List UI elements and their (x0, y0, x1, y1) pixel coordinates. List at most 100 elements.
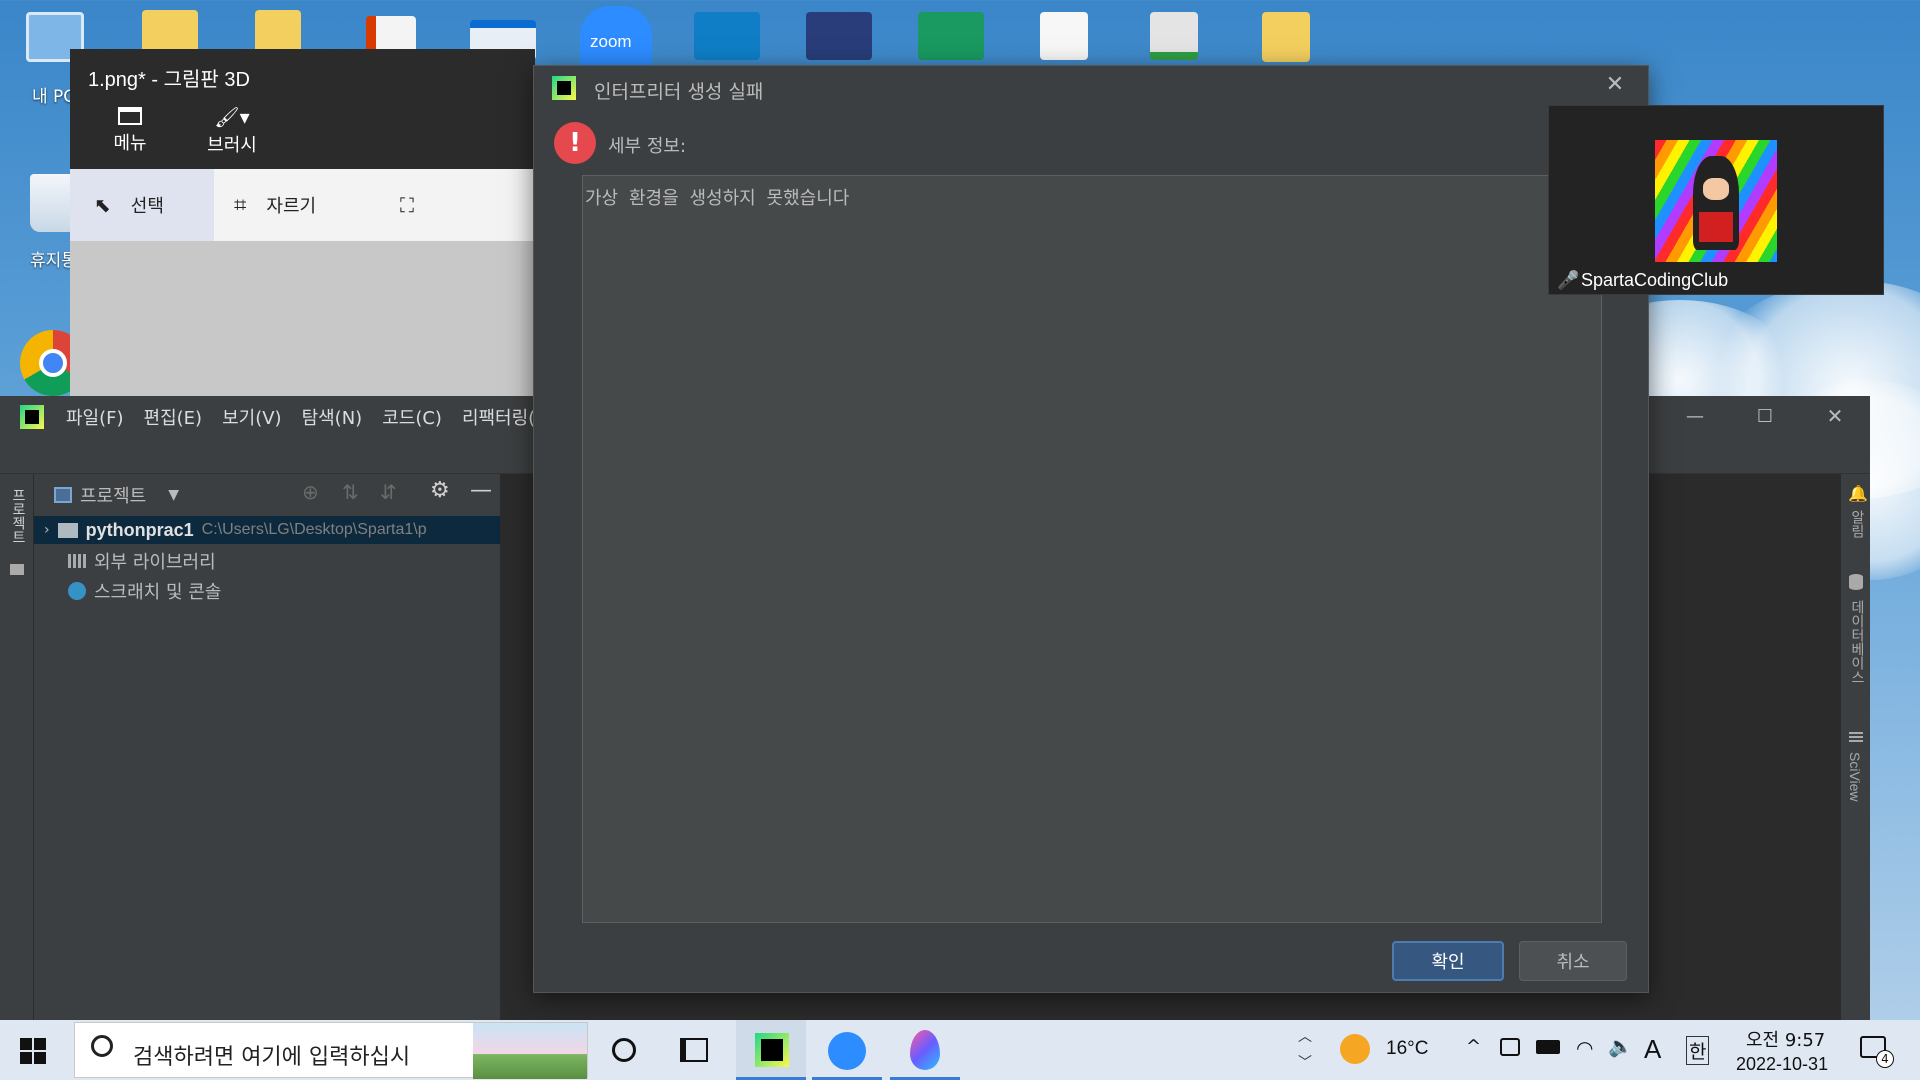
crop-tool-button[interactable]: ⌗ 자르기 (234, 169, 316, 241)
document-icon[interactable] (1150, 12, 1198, 60)
select-tool-label: 선택 (130, 196, 164, 217)
minimize-button[interactable]: — (1680, 406, 1710, 428)
search-placeholder: 검색하려면 여기에 입력하십시 (133, 1045, 411, 1070)
paint3d-tool-bar: ⬉ 선택 ⌗ 자르기 ⛶ (70, 169, 535, 241)
right-tool-strip: 🔔 알림 데이터베이스 SciView (1840, 474, 1870, 1020)
task-view-icon[interactable] (680, 1038, 708, 1062)
tree-row-label: 외부 라이브러리 (94, 552, 216, 573)
paint3d-brush-button[interactable]: 🖌▾ 브러시 (192, 105, 272, 157)
magic-select-icon: ⛶ (400, 193, 414, 217)
database-icon (1849, 574, 1863, 590)
taskbar: 검색하려면 여기에 입력하십시 ︿ ﹀ 16°C ^ ◠ 🔈 A 한 오전 9:5… (0, 1020, 1920, 1080)
project-panel-header[interactable]: 프로젝트 ▼ (54, 482, 179, 508)
folder-icon (118, 107, 142, 125)
dialog-title: 인터프리터 생성 실패 (594, 81, 764, 103)
menu-code[interactable]: 코드(C) (382, 404, 442, 430)
chart-app-icon[interactable] (918, 12, 984, 60)
collapse-all-icon[interactable]: ⇵ (380, 480, 397, 504)
project-window-icon (54, 487, 72, 503)
menu-navigate[interactable]: 탐색(N) (302, 404, 363, 430)
paint3d-titlebar: 1.png* - 그림판 3D 메뉴 🖌▾ 브러시 (70, 49, 535, 169)
menu-view[interactable]: 보기(V) (222, 404, 281, 430)
detail-text-area[interactable]: 가상 환경을 생성하지 못했습니다 (582, 175, 1602, 923)
search-highlight-image (473, 1023, 587, 1079)
zoom-icon (828, 1032, 866, 1070)
chevron-right-icon[interactable]: › (44, 522, 50, 538)
chevron-up-icon[interactable]: ^ (1466, 1036, 1481, 1057)
cortana-icon[interactable] (612, 1038, 636, 1062)
cancel-button[interactable]: 취소 (1519, 941, 1627, 981)
tree-row-path: C:\Users\LG\Desktop\Sparta1\p (201, 521, 427, 538)
bell-icon: 🔔 (1848, 484, 1868, 503)
interpreter-error-dialog: 인터프리터 생성 실패 ✕ ! 세부 정보: 가상 환경을 생성하지 못했습니다… (533, 65, 1649, 993)
menu-edit[interactable]: 편집(E) (144, 404, 203, 430)
gear-icon[interactable]: ⚙ (430, 478, 450, 503)
ime-language[interactable]: A (1644, 1034, 1661, 1065)
tree-row-project[interactable]: › pythonprac1 C:\Users\LG\Desktop\Sparta… (34, 516, 500, 544)
chevron-down-icon: ▼ (168, 487, 180, 503)
blank-file-icon[interactable] (1040, 12, 1088, 60)
crop-icon: ⌗ (234, 192, 247, 218)
clock-date[interactable]: 2022-10-31 (1736, 1054, 1828, 1075)
scratch-icon (68, 582, 86, 600)
taskbar-pycharm[interactable] (736, 1020, 806, 1080)
paint3d-title: 1.png* - 그림판 3D (88, 69, 250, 91)
close-button[interactable]: ✕ (1820, 404, 1850, 428)
zoom-icon[interactable]: zoom (580, 6, 652, 66)
zoom-icon-label: zoom (590, 32, 632, 51)
crop-tool-label: 자르기 (266, 196, 317, 217)
detail-text: 가상 환경을 생성하지 못했습니다 (585, 188, 850, 209)
participant-avatar (1655, 140, 1777, 262)
windows-start-button[interactable] (20, 1038, 46, 1064)
volume-icon[interactable]: 🔈 (1608, 1034, 1633, 1058)
hide-panel-icon[interactable]: — (470, 478, 492, 503)
pen-app-icon[interactable] (806, 12, 872, 60)
sciview-icon (1849, 730, 1863, 742)
notification-badge: 4 (1876, 1050, 1894, 1068)
project-tool-tab[interactable]: 프로젝트 (8, 488, 28, 544)
locate-icon[interactable]: ⊕ (302, 480, 319, 504)
folder-icon (57, 522, 78, 538)
paint3d-menu-button[interactable]: 메뉴 (100, 107, 160, 155)
magic-select-button[interactable]: ⛶ (400, 169, 414, 241)
taskbar-zoom[interactable] (812, 1020, 882, 1080)
tree-row-external-libraries[interactable]: 외부 라이브러리 (68, 548, 216, 574)
library-icon (68, 554, 86, 568)
maximize-button[interactable]: ☐ (1750, 406, 1780, 428)
search-icon (91, 1035, 113, 1057)
pycharm-logo-icon (20, 405, 44, 429)
error-icon: ! (554, 122, 596, 164)
tree-row-label: 스크래치 및 콘솔 (94, 582, 222, 603)
taskbar-search-box[interactable]: 검색하려면 여기에 입력하십시 (74, 1022, 588, 1079)
notifications-tab[interactable]: 알림 (1847, 510, 1867, 538)
select-tool-button[interactable]: ⬉ 선택 (70, 169, 214, 241)
app-icon-blue[interactable] (694, 12, 760, 60)
sciview-tab[interactable]: SciView (1847, 752, 1863, 802)
paint3d-brush-label: 브러시 (207, 135, 257, 156)
cursor-icon: ⬉ (94, 193, 111, 217)
mic-muted-icon: 🎤 (1557, 270, 1580, 291)
folder-icon (10, 564, 24, 575)
project-panel-title: 프로젝트 (80, 486, 147, 507)
zoom-video-tile[interactable]: 🎤 SpartaCodingClub (1548, 105, 1884, 295)
weather-temperature[interactable]: 16°C (1386, 1038, 1428, 1060)
project-panel: 프로젝트 ▼ ⊕ ⇅ ⇵ ⚙ — › pythonprac1 C:\Users\… (34, 474, 500, 1020)
chrome-icon-center (39, 349, 67, 377)
expand-all-icon[interactable]: ⇅ (342, 480, 359, 504)
menu-file[interactable]: 파일(F) (66, 404, 124, 430)
meet-now-icon[interactable] (1500, 1038, 1520, 1056)
clock-time[interactable]: 오전 9:57 (1746, 1026, 1825, 1052)
dialog-close-button[interactable]: ✕ (1600, 72, 1630, 102)
pycharm-icon (755, 1033, 789, 1067)
left-tool-strip: 프로젝트 (0, 474, 34, 1020)
taskbar-paint3d[interactable] (890, 1020, 960, 1080)
ime-mode[interactable]: 한 (1686, 1036, 1710, 1065)
tree-row-scratches[interactable]: 스크래치 및 콘솔 (68, 578, 221, 604)
folder-icon[interactable] (1262, 12, 1310, 62)
database-tab[interactable]: 데이터베이스 (1847, 600, 1867, 684)
wifi-icon[interactable]: ◠ (1576, 1036, 1593, 1060)
battery-icon[interactable] (1536, 1040, 1560, 1054)
ok-button[interactable]: 확인 (1392, 941, 1504, 981)
brush-icon: 🖌▾ (214, 105, 250, 129)
taskbar-scroll-arrows[interactable]: ︿ ﹀ (1296, 1024, 1314, 1076)
